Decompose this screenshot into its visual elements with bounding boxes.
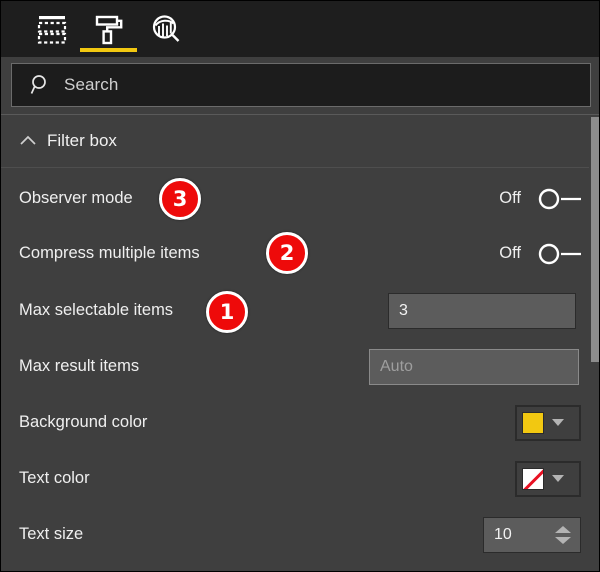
row-label-background-color: Background color (19, 413, 148, 431)
row-label-text-color: Text color (19, 469, 90, 487)
annotation-badge-3: 3 (159, 178, 201, 220)
max-selectable-items-input[interactable]: 3 (388, 292, 576, 329)
row-label-text-size: Text size (19, 525, 84, 543)
max-selectable-items-value: 3 (399, 301, 408, 319)
text-size-stepper[interactable]: 10 (483, 516, 581, 553)
toggle-state-compress-multiple-items: Off (499, 244, 521, 262)
chevron-up-icon (20, 135, 36, 145)
section-header-filter-box[interactable]: Filter box (1, 115, 599, 168)
toggle-observer-mode[interactable] (537, 187, 585, 211)
search-input[interactable]: Search (11, 63, 591, 107)
format-panel: Search Filter box Observer mode Off Comp… (0, 0, 600, 572)
text-size-value: 10 (494, 525, 512, 543)
analytics-pane-underline (137, 48, 194, 52)
annotation-badge-1: 1 (206, 291, 248, 333)
format-pane-button[interactable] (80, 1, 137, 57)
background-color-picker[interactable] (515, 404, 581, 441)
text-color-swatch-none (522, 467, 544, 490)
stepper-up-icon[interactable] (555, 525, 571, 533)
fields-pane-button[interactable] (23, 1, 80, 57)
stepper-down-icon[interactable] (555, 536, 571, 544)
row-label-max-result-items: Max result items (19, 357, 140, 375)
stepper-arrows (555, 525, 571, 544)
row-max-selectable-items: Max selectable items 3 (1, 283, 599, 338)
section-title: Filter box (47, 131, 117, 150)
toggle-compress-multiple-items[interactable] (537, 242, 585, 266)
row-max-result-items: Max result items Auto (1, 339, 599, 394)
row-label-compress-multiple-items: Compress multiple items (19, 244, 200, 262)
table-fields-icon (37, 16, 66, 44)
row-text-size: Text size 10 (1, 507, 599, 562)
pane-toolbar (1, 1, 599, 57)
annotation-badge-2: 2 (266, 232, 308, 274)
row-label-max-selectable-items: Max selectable items (19, 301, 174, 319)
panel-scrollbar-thumb[interactable] (591, 117, 599, 362)
search-icon (30, 75, 46, 94)
fields-pane-underline (23, 48, 80, 52)
paint-roller-icon (95, 15, 122, 45)
settings-panel: Filter box Observer mode Off Compress mu… (1, 114, 599, 571)
row-background-color: Background color (1, 395, 599, 450)
row-text-color: Text color (1, 451, 599, 506)
chevron-down-icon[interactable] (552, 419, 564, 426)
chevron-down-icon[interactable] (552, 475, 564, 482)
max-result-items-input[interactable]: Auto (369, 348, 579, 385)
row-observer-mode: Observer mode Off (1, 171, 599, 226)
analytics-pane-button[interactable] (137, 1, 194, 57)
max-result-items-placeholder: Auto (380, 357, 413, 375)
panel-scrollbar-track[interactable] (589, 115, 599, 571)
row-label-observer-mode: Observer mode (19, 189, 133, 207)
analytics-magnifier-icon (152, 15, 179, 42)
toggle-state-observer-mode: Off (499, 189, 521, 207)
background-color-swatch (522, 411, 544, 434)
search-placeholder: Search (64, 75, 119, 94)
format-pane-underline (80, 48, 137, 52)
text-color-picker[interactable] (515, 460, 581, 497)
